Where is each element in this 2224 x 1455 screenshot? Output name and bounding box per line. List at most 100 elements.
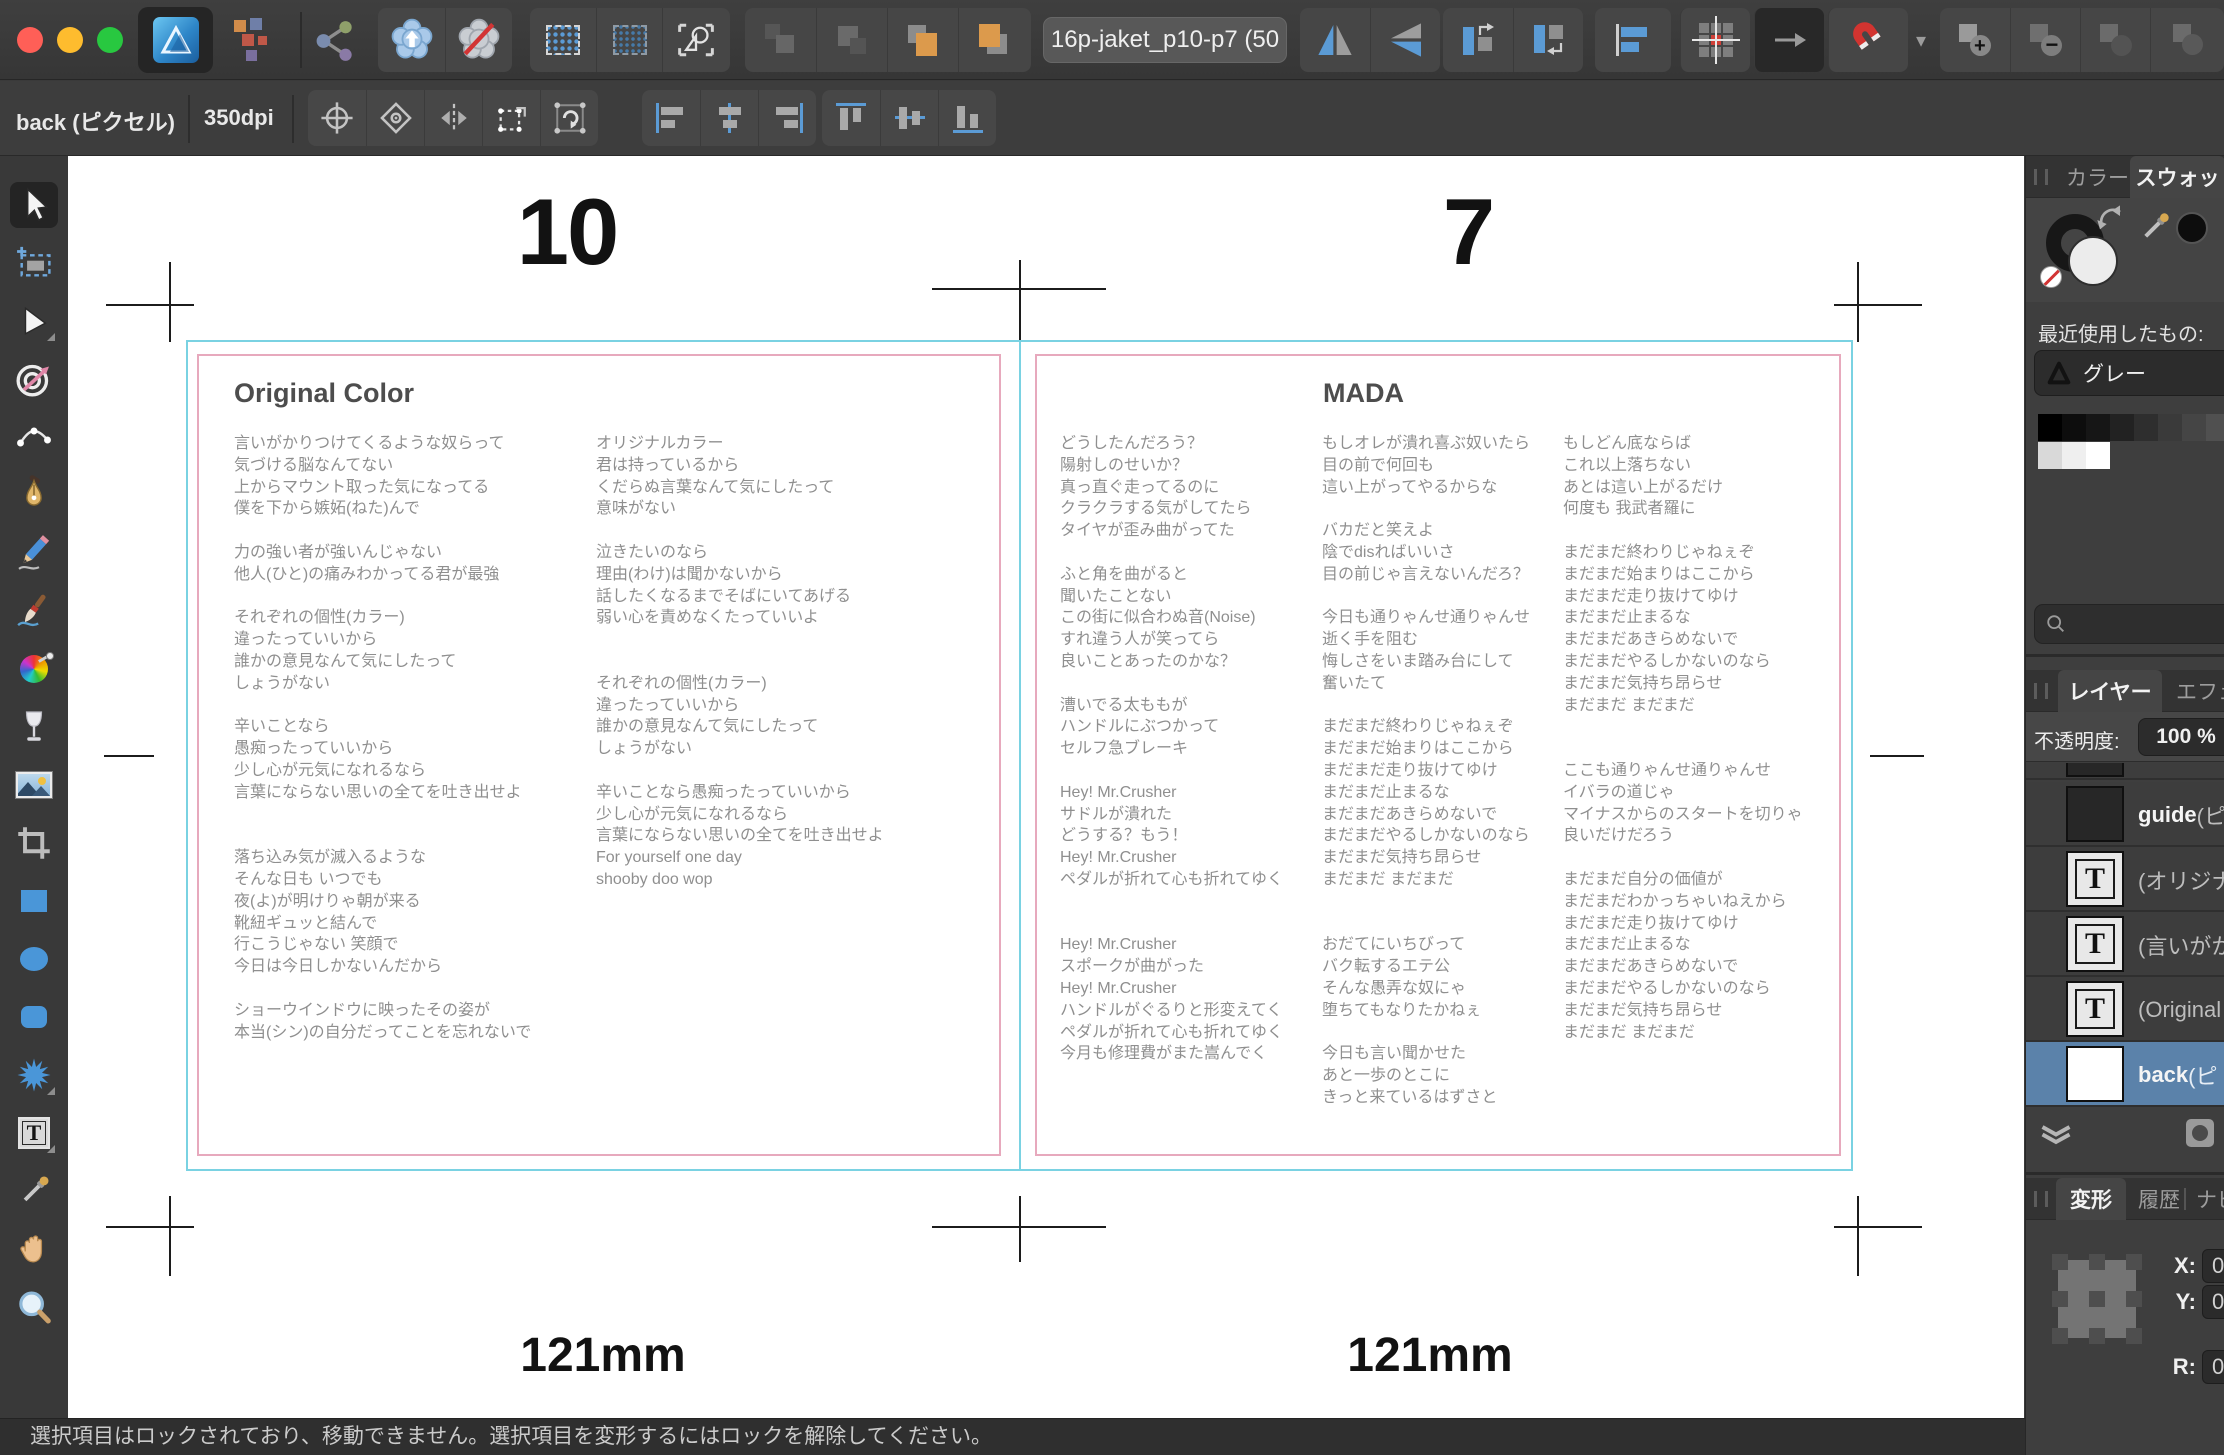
swatch[interactable] [2182,414,2206,441]
flip-vertical-button[interactable] [1370,8,1440,72]
arrange-up-button[interactable] [1443,8,1513,72]
snapping-dropdown-caret[interactable]: ▾ [1916,28,1926,53]
transparency-tool[interactable] [10,704,58,750]
place-image-tool[interactable] [10,762,58,808]
align-left-button[interactable] [642,90,700,146]
close-window-button[interactable] [17,27,43,53]
swatch[interactable] [2062,414,2086,441]
left-page-title[interactable]: Original Color [234,378,414,409]
page-width-label-right[interactable]: 121mm [1347,1328,1512,1383]
hide-special-button[interactable] [445,8,512,72]
tab-transform[interactable]: 変形 [2056,1178,2126,1220]
arrange-down-button[interactable] [1513,8,1583,72]
personas-icon[interactable] [228,18,282,64]
tab-navigator[interactable]: ナビ [2186,1178,2224,1220]
opacity-dropdown[interactable]: 100 % [2138,718,2224,756]
panel-grip-icon[interactable] [2034,1191,2048,1207]
page-number-right[interactable]: 7 [1358,178,1578,286]
rectangle-tool[interactable] [10,878,58,924]
color-picker-tool[interactable] [10,1168,58,1214]
align-middle-v-button[interactable] [880,90,938,146]
lyrics-column-right-2[interactable]: もしオレが潰れ喜ぶ奴いたら目の前で何回も這い上がってやるからな バカだと笑えよ陰… [1322,433,1530,1109]
enable-transform-button[interactable] [482,90,540,146]
designer-persona-button[interactable] [138,7,213,73]
lyrics-column-right-1[interactable]: どうしたんだろう？陽射しのせいか？真っ直ぐ走ってるのにクラクラする気がしてたらタ… [1060,433,1283,1065]
tab-effects[interactable]: エフェ [2166,670,2224,712]
layer-stack-icon[interactable] [2038,1115,2074,1151]
swatch[interactable] [2158,414,2182,441]
layer-row-partial[interactable] [2026,763,2224,780]
snap-shapes-button[interactable] [662,8,728,72]
layer-row-guide[interactable]: guide (ピ [2026,782,2224,847]
frame-text-tool[interactable]: T [10,1110,58,1156]
document-canvas[interactable]: 10 7 Original Color 言いがかりつけてくるような奴らって気づけ… [68,156,2024,1418]
transform-origin-button[interactable] [308,90,366,146]
lyrics-column-right-3[interactable]: もしどん底ならばこれ以上落ちないあとは這い上がるだけ何度も 我武者羅に まだまだ… [1563,433,1803,1043]
page-width-label-left[interactable]: 121mm [520,1328,685,1383]
move-to-back-button[interactable] [745,8,816,72]
align-right-button[interactable] [758,90,816,146]
y-input[interactable]: 0 [2202,1285,2224,1319]
r-input[interactable]: 0 [2202,1350,2224,1384]
geometry-divide-button[interactable] [2150,8,2220,72]
grid-options-button[interactable] [1680,8,1750,72]
tab-swatches[interactable]: スウォッ [2130,156,2224,198]
swatch[interactable] [2038,442,2062,469]
geometry-intersect-button[interactable] [2080,8,2150,72]
lyrics-column-left-2[interactable]: オリジナルカラー君は持っているからくだらぬ言葉なんて気にしたって意味がない 泣き… [596,433,884,891]
swatch-category-dropdown[interactable]: グレー [2034,350,2224,396]
move-forward-one-button[interactable] [887,8,958,72]
anchor-point-selector[interactable] [2058,1260,2136,1338]
page-number-left[interactable]: 10 [457,178,677,286]
geometry-subtract-button[interactable]: − [2010,8,2080,72]
artboard-tool[interactable] [10,240,58,286]
align-bottom-button[interactable] [938,90,996,146]
cycle-selection-box-button[interactable] [366,90,424,146]
corner-tool[interactable] [10,414,58,460]
swap-colors-icon[interactable] [2096,202,2128,230]
point-transform-tool[interactable] [10,356,58,402]
pen-tool[interactable] [10,472,58,518]
vector-brush-tool[interactable] [10,588,58,634]
swatch[interactable] [2110,414,2134,441]
panel-grip-icon[interactable] [2034,683,2048,699]
alignment-button[interactable] [1595,8,1671,72]
move-to-front-button[interactable] [958,8,1029,72]
layer-row-text-1[interactable]: T (オリジナ [2026,847,2224,912]
star-tool[interactable] [10,1052,58,1098]
picked-color-swatch[interactable] [2176,212,2208,244]
lyrics-column-left-1[interactable]: 言いがかりつけてくるような奴らって気づける脳なんてない上からマウント取った気にな… [234,433,531,1043]
tab-history[interactable]: 履歴 [2128,1178,2190,1220]
mask-icon[interactable] [2186,1119,2214,1147]
swatch[interactable] [2206,414,2224,441]
crop-tool[interactable] [10,820,58,866]
tab-color[interactable]: カラー [2056,156,2139,198]
flip-horizontal-button[interactable] [1300,8,1370,72]
minimize-window-button[interactable] [57,27,83,53]
x-input[interactable]: 0 [2202,1249,2224,1283]
swatch-search-input[interactable] [2034,604,2224,644]
zoom-tool[interactable] [10,1284,58,1330]
tab-layers[interactable]: レイヤー [2058,670,2162,712]
swatch[interactable] [2086,442,2110,469]
swatch[interactable] [2086,414,2110,441]
align-center-h-button[interactable] [700,90,758,146]
no-color-icon[interactable] [2040,266,2062,288]
fill-gradient-tool[interactable] [10,646,58,692]
fullscreen-window-button[interactable] [97,27,123,53]
move-back-one-button[interactable] [816,8,887,72]
swatch[interactable] [2134,414,2158,441]
show-special-button[interactable] [378,8,445,72]
pencil-tool[interactable] [10,530,58,576]
rotate-selection-button[interactable] [540,90,598,146]
layer-row-text-3[interactable]: T (Original [2026,977,2224,1042]
snapping-button[interactable] [1828,8,1908,72]
view-pan-tool[interactable] [10,1226,58,1272]
layer-row-back[interactable]: back (ピ [2026,1042,2224,1107]
swatch[interactable] [2038,414,2062,441]
layer-row-text-2[interactable]: T (言いがか [2026,912,2224,977]
mirror-button[interactable] [424,90,482,146]
align-top-button[interactable] [822,90,880,146]
rounded-rectangle-tool[interactable] [10,994,58,1040]
node-tool[interactable] [10,298,58,344]
